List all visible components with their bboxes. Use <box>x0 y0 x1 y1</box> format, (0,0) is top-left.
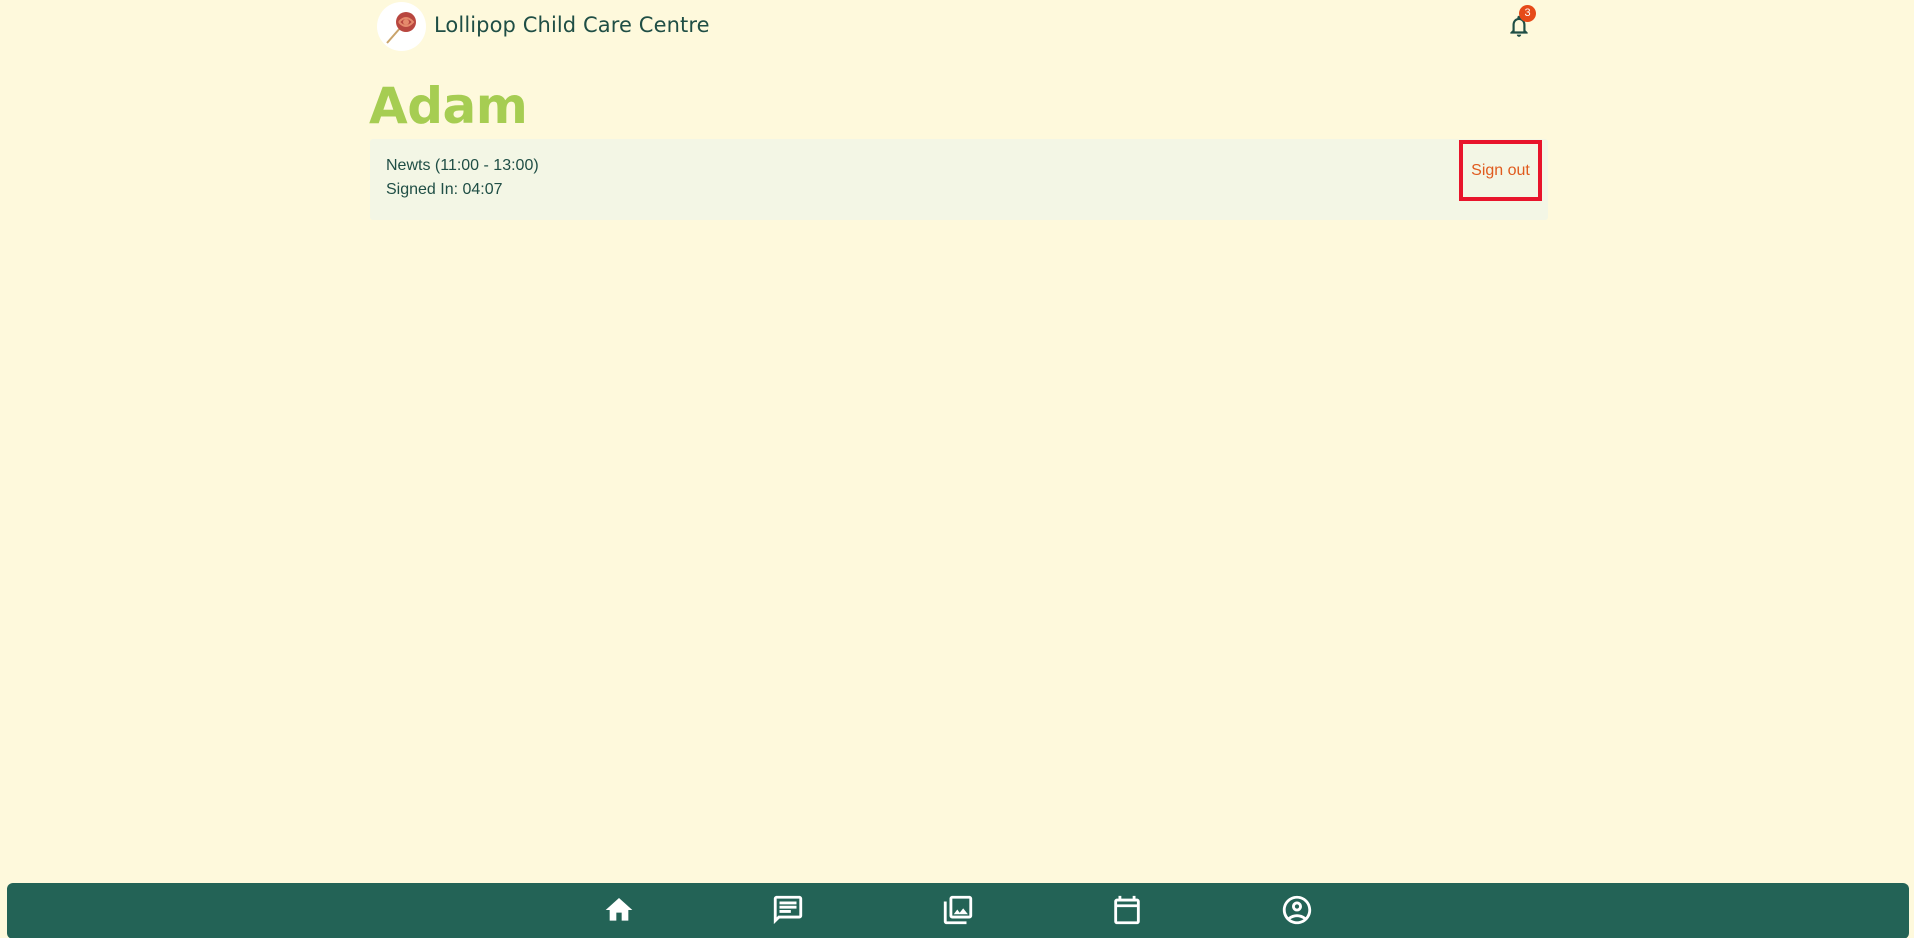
signed-in-time: Signed In: 04:07 <box>386 181 503 198</box>
nav-calendar[interactable] <box>1110 893 1144 927</box>
page: Lollipop Child Care Centre 3 Adam Newts … <box>0 0 1914 938</box>
notification-badge: 3 <box>1519 5 1536 22</box>
nav-home[interactable] <box>602 893 636 927</box>
bottom-navigation <box>7 883 1909 938</box>
lollipop-logo[interactable] <box>377 2 426 51</box>
sign-out-button[interactable]: Sign out <box>1459 140 1542 201</box>
home-icon <box>603 894 635 926</box>
chat-icon <box>771 893 805 927</box>
gallery-icon <box>941 893 975 927</box>
nav-account[interactable] <box>1280 893 1314 927</box>
nav-messages[interactable] <box>771 893 805 927</box>
calendar-icon <box>1110 893 1144 927</box>
session-card: Newts (11:00 - 13:00) Signed In: 04:07 S… <box>370 139 1548 220</box>
nav-gallery[interactable] <box>941 893 975 927</box>
app-header: Lollipop Child Care Centre 3 <box>377 0 1550 52</box>
app-title: Lollipop Child Care Centre <box>434 13 710 37</box>
child-name-heading: Adam <box>369 77 528 135</box>
session-room-label: Newts (11:00 - 13:00) <box>386 157 539 174</box>
account-icon <box>1280 893 1314 927</box>
